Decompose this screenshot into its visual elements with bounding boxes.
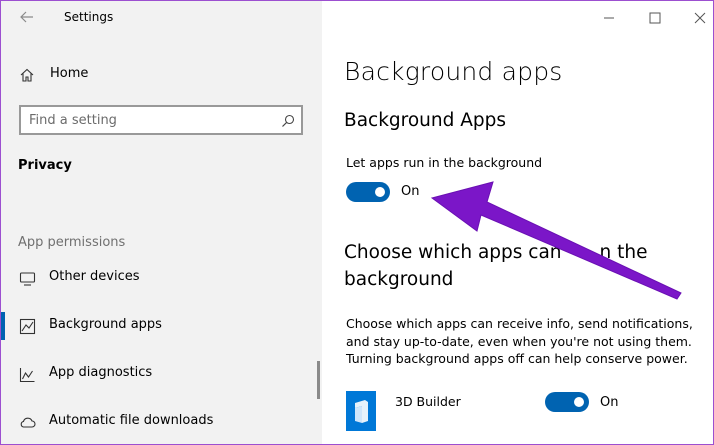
toggle-knob bbox=[375, 187, 385, 197]
sidebar-item-label: Background apps bbox=[49, 317, 162, 332]
cloud-icon bbox=[19, 414, 36, 431]
sidebar-item-app-diagnostics[interactable]: App diagnostics bbox=[1, 355, 322, 395]
section-title: Background Apps bbox=[344, 110, 507, 131]
choose-heading-line2: background bbox=[344, 269, 454, 290]
nav-home-label: Home bbox=[50, 66, 89, 81]
background-apps-description: Choose which apps can receive info, send… bbox=[346, 316, 693, 366]
back-button[interactable] bbox=[17, 7, 37, 27]
sidebar-item-automatic-file-downloads[interactable]: Automatic file downloads bbox=[1, 403, 322, 443]
maximize-icon bbox=[649, 12, 661, 24]
page-title: Background apps bbox=[344, 57, 563, 86]
other-devices-icon bbox=[19, 270, 36, 287]
choose-apps-heading: Choose which apps can n the background bbox=[344, 239, 674, 293]
back-arrow-icon bbox=[20, 11, 33, 23]
sidebar-item-label: Automatic file downloads bbox=[49, 413, 214, 428]
sidebar-item-label: App diagnostics bbox=[49, 365, 153, 380]
app-diagnostics-icon bbox=[19, 366, 36, 383]
sidebar-item-other-devices[interactable]: Other devices bbox=[1, 259, 322, 299]
search-input[interactable] bbox=[29, 111, 269, 129]
search-box[interactable] bbox=[19, 105, 303, 135]
minimize-button[interactable] bbox=[598, 7, 620, 29]
close-icon bbox=[694, 12, 706, 24]
app-toggle-state-label: On bbox=[600, 395, 619, 410]
selected-indicator bbox=[1, 312, 5, 340]
sidebar-item-label: Other devices bbox=[49, 269, 140, 284]
background-apps-toggle[interactable] bbox=[346, 182, 390, 202]
app-name: 3D Builder bbox=[395, 394, 461, 409]
settings-window: Settings Home Privacy App permissions Ot… bbox=[0, 0, 714, 445]
background-apps-icon bbox=[19, 318, 36, 335]
search-icon[interactable] bbox=[281, 113, 295, 127]
group-app-permissions: App permissions bbox=[18, 235, 126, 250]
app-3d-builder-toggle[interactable] bbox=[545, 392, 589, 412]
sidebar: Settings Home Privacy App permissions Ot… bbox=[1, 1, 322, 444]
choose-heading-part1: Choose which apps can bbox=[344, 242, 562, 263]
sidebar-item-background-apps[interactable]: Background apps bbox=[1, 307, 322, 347]
sidebar-scrollbar[interactable] bbox=[317, 361, 320, 399]
nav-home[interactable]: Home bbox=[1, 61, 322, 89]
maximize-button[interactable] bbox=[644, 7, 666, 29]
section-privacy: Privacy bbox=[18, 158, 72, 173]
window-title: Settings bbox=[64, 10, 114, 24]
toggle-knob bbox=[574, 397, 584, 407]
home-icon bbox=[19, 67, 35, 83]
close-button[interactable] bbox=[689, 7, 711, 29]
setting-label: Let apps run in the background bbox=[346, 155, 543, 170]
minimize-icon bbox=[604, 17, 614, 19]
app-3d-builder-icon bbox=[346, 391, 376, 431]
choose-heading-part2: n the bbox=[599, 242, 648, 263]
toggle-state-label: On bbox=[401, 184, 420, 199]
